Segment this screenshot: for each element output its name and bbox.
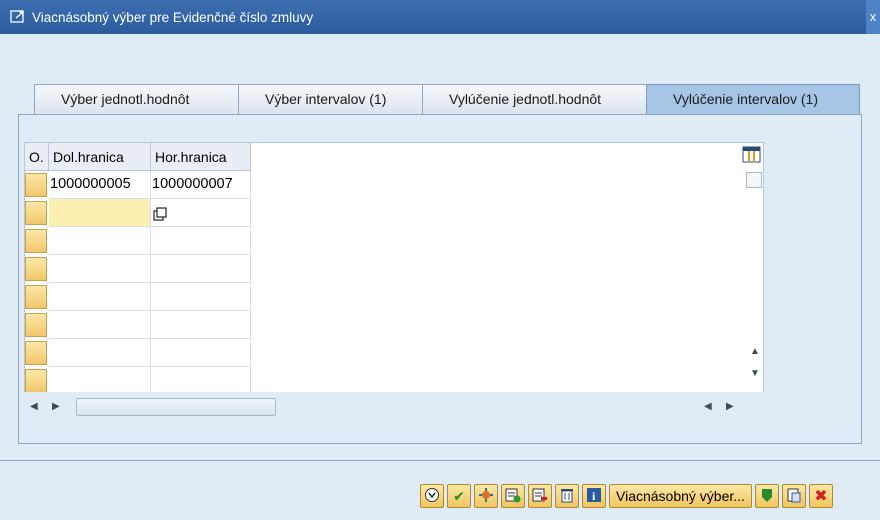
delete-all-button[interactable] xyxy=(555,484,579,508)
high-value-cell[interactable] xyxy=(151,227,251,255)
insert-line-icon xyxy=(505,487,521,506)
clipboard-button[interactable] xyxy=(781,484,806,508)
low-value-cell[interactable]: 1000000005 xyxy=(49,171,151,199)
low-value-cell[interactable] xyxy=(49,227,151,255)
scroll-down-icon[interactable]: ▼ xyxy=(750,368,760,379)
row-selector[interactable] xyxy=(25,201,47,225)
tab-label: Výber jednotl.hodnôt xyxy=(61,91,190,107)
scroll-right-icon[interactable]: ▶ xyxy=(726,401,734,412)
scroll-left-icon[interactable]: ◀ xyxy=(30,401,38,412)
clipboard-icon xyxy=(786,487,802,506)
low-value-input[interactable] xyxy=(49,199,151,227)
execute-icon xyxy=(424,487,440,506)
high-value-cell[interactable] xyxy=(151,367,251,395)
bottom-toolbar: ✔ i Viacnásobný výber... ✖ xyxy=(420,484,833,510)
column-header-low[interactable]: Dol.hranica xyxy=(49,143,151,171)
vertical-scrollbar[interactable]: ▲ ▼ xyxy=(742,142,766,392)
multiple-selection-button[interactable]: Viacnásobný výber... xyxy=(609,484,752,508)
window-title: Viacnásobný výber pre Evidenčné číslo zm… xyxy=(32,9,314,25)
tab-single-values[interactable]: Výber jednotl.hodnôt xyxy=(34,84,244,114)
low-value-cell[interactable] xyxy=(49,367,151,395)
high-value-cell[interactable] xyxy=(151,283,251,311)
high-value-input[interactable] xyxy=(151,199,251,227)
trash-icon xyxy=(559,487,575,506)
scroll-right-icon[interactable]: ▶ xyxy=(52,401,60,412)
tab-label: Výber intervalov (1) xyxy=(265,91,387,107)
cancel-icon: ✖ xyxy=(814,488,828,505)
cancel-button[interactable]: ✖ xyxy=(808,484,833,508)
high-value-cell[interactable] xyxy=(151,255,251,283)
tab-intervals[interactable]: Výber intervalov (1) xyxy=(238,84,428,114)
delete-line-button[interactable] xyxy=(528,484,552,508)
info-icon: i xyxy=(586,487,602,506)
upload-icon xyxy=(759,487,775,506)
row-selector[interactable] xyxy=(25,229,47,253)
footer-divider xyxy=(0,460,880,461)
scroll-thumb[interactable] xyxy=(746,172,762,188)
tab-exclude-intervals[interactable]: Vylúčenie intervalov (1) xyxy=(646,84,860,114)
scroll-left-icon[interactable]: ◀ xyxy=(704,401,712,412)
horizontal-scrollbar[interactable]: ◀ ▶ ◀ ▶ xyxy=(24,392,764,422)
row-selector[interactable] xyxy=(25,257,47,281)
select-button[interactable] xyxy=(474,484,498,508)
insert-line-button[interactable] xyxy=(501,484,525,508)
high-value-cell[interactable] xyxy=(151,311,251,339)
close-button[interactable]: x xyxy=(866,0,880,34)
row-selector[interactable] xyxy=(25,285,47,309)
high-value-cell[interactable] xyxy=(151,339,251,367)
column-header-option[interactable]: O. xyxy=(25,143,49,171)
info-button[interactable]: i xyxy=(582,484,606,508)
window-titlebar: Viacnásobný výber pre Evidenčné číslo zm… xyxy=(0,0,880,34)
low-value-cell[interactable] xyxy=(49,311,151,339)
row-selector[interactable] xyxy=(25,173,47,197)
tab-exclude-single-values[interactable]: Vylúčenie jednotl.hodnôt xyxy=(422,84,654,114)
tab-label: Vylúčenie intervalov (1) xyxy=(673,91,818,107)
column-header-high[interactable]: Hor.hranica xyxy=(151,143,251,171)
low-value-cell[interactable] xyxy=(49,255,151,283)
check-icon: ✔ xyxy=(453,487,465,504)
row-selector[interactable] xyxy=(25,369,47,393)
scroll-up-icon[interactable]: ▲ xyxy=(750,346,760,357)
high-value-cell[interactable]: 1000000007 xyxy=(151,171,251,199)
select-icon xyxy=(478,487,494,506)
row-selector[interactable] xyxy=(25,313,47,337)
window-icon xyxy=(10,10,26,24)
delete-line-icon xyxy=(532,487,548,506)
low-value-cell[interactable] xyxy=(49,283,151,311)
low-value-cell[interactable] xyxy=(49,339,151,367)
tab-label: Vylúčenie jednotl.hodnôt xyxy=(449,91,602,107)
interval-table: O. Dol.hranica Hor.hranica 1000000005 10… xyxy=(24,142,764,422)
confirm-button[interactable]: ✔ xyxy=(447,484,471,508)
upload-button[interactable] xyxy=(754,484,779,508)
execute-button[interactable] xyxy=(420,484,444,508)
row-selector[interactable] xyxy=(25,341,47,365)
horizontal-scroll-thumb[interactable] xyxy=(76,398,276,416)
